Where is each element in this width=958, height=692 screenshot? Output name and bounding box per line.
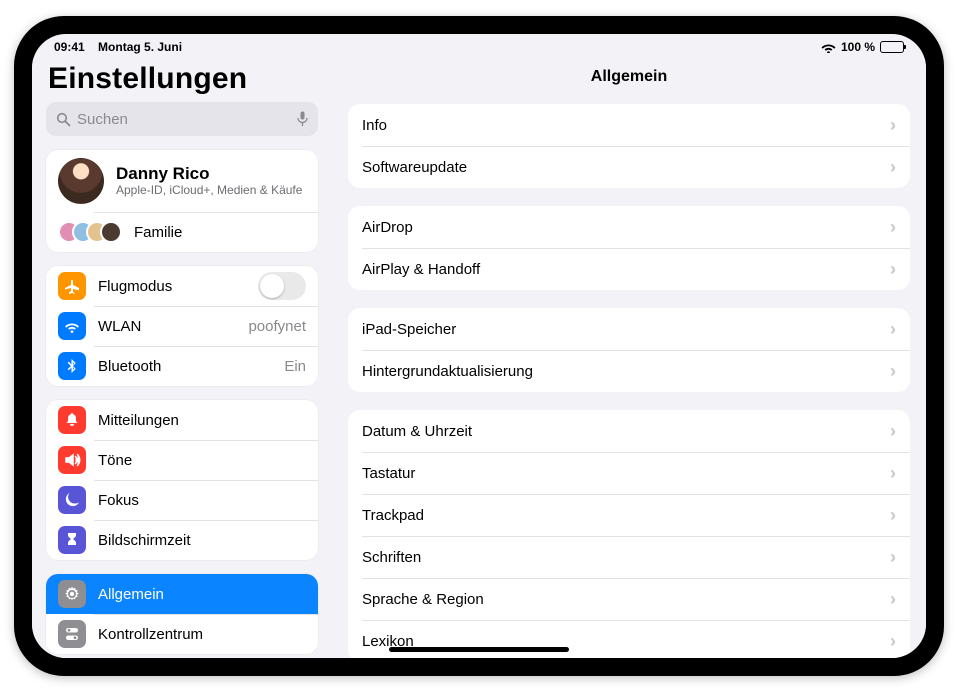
wlan-label: WLAN bbox=[98, 318, 228, 335]
about-row[interactable]: Info › bbox=[348, 104, 910, 146]
storage-group: iPad-Speicher › Hintergrundaktualisierun… bbox=[348, 308, 910, 392]
home-indicator[interactable] bbox=[389, 647, 569, 652]
chevron-right-icon: › bbox=[890, 422, 896, 440]
wlan-row[interactable]: WLAN poofynet bbox=[46, 306, 318, 346]
airplane-mode-row[interactable]: Flugmodus bbox=[46, 266, 318, 306]
status-time: 09:41 bbox=[54, 40, 85, 54]
input-group: Datum & Uhrzeit › Tastatur › Trackpad › … bbox=[348, 410, 910, 658]
controlcenter-row[interactable]: Kontrollzentrum bbox=[46, 614, 318, 654]
search-icon bbox=[56, 112, 71, 127]
general-group: Allgemein Kontrollzentrum bbox=[46, 574, 318, 654]
chevron-right-icon: › bbox=[890, 260, 896, 278]
bluetooth-row[interactable]: Bluetooth Ein bbox=[46, 346, 318, 386]
moon-icon bbox=[58, 486, 86, 514]
family-row[interactable]: Familie bbox=[46, 212, 318, 252]
airdrop-label: AirDrop bbox=[362, 219, 882, 236]
account-card: Danny Rico Apple-ID, iCloud+, Medien & K… bbox=[46, 150, 318, 252]
screentime-label: Bildschirmzeit bbox=[98, 532, 306, 549]
search-input[interactable] bbox=[77, 111, 291, 128]
chevron-right-icon: › bbox=[890, 506, 896, 524]
wifi-icon bbox=[821, 42, 836, 53]
ipad-storage-row[interactable]: iPad-Speicher › bbox=[348, 308, 910, 350]
language-region-row[interactable]: Sprache & Region › bbox=[348, 578, 910, 620]
account-name: Danny Rico bbox=[116, 164, 302, 184]
apple-id-row[interactable]: Danny Rico Apple-ID, iCloud+, Medien & K… bbox=[46, 150, 318, 212]
keyboard-row[interactable]: Tastatur › bbox=[348, 452, 910, 494]
general-label: Allgemein bbox=[98, 586, 306, 603]
notifications-label: Mitteilungen bbox=[98, 412, 306, 429]
wifi-settings-icon bbox=[58, 312, 86, 340]
general-pane: Allgemein Info › Softwareupdate › AirDro… bbox=[332, 58, 926, 658]
focus-row[interactable]: Fokus bbox=[46, 480, 318, 520]
airplay-row[interactable]: AirPlay & Handoff › bbox=[348, 248, 910, 290]
keyboard-label: Tastatur bbox=[362, 465, 882, 482]
chevron-right-icon: › bbox=[890, 158, 896, 176]
language-label: Sprache & Region bbox=[362, 591, 882, 608]
storage-label: iPad-Speicher bbox=[362, 321, 882, 338]
family-icon bbox=[58, 221, 122, 243]
fonts-row[interactable]: Schriften › bbox=[348, 536, 910, 578]
search-field[interactable] bbox=[46, 102, 318, 136]
battery-icon bbox=[880, 41, 904, 53]
status-bar: 09:41 Montag 5. Juni 100 % bbox=[32, 34, 926, 58]
gear-icon bbox=[58, 580, 86, 608]
chevron-right-icon: › bbox=[890, 116, 896, 134]
software-update-row[interactable]: Softwareupdate › bbox=[348, 146, 910, 188]
settings-title: Einstellungen bbox=[48, 62, 316, 96]
bell-icon bbox=[58, 406, 86, 434]
screentime-row[interactable]: Bildschirmzeit bbox=[46, 520, 318, 560]
sounds-label: Töne bbox=[98, 452, 306, 469]
airplane-toggle[interactable] bbox=[258, 272, 306, 300]
bluetooth-icon bbox=[58, 352, 86, 380]
chevron-right-icon: › bbox=[890, 632, 896, 650]
pane-title: Allgemein bbox=[348, 58, 910, 104]
airdrop-group: AirDrop › AirPlay & Handoff › bbox=[348, 206, 910, 290]
chevron-right-icon: › bbox=[890, 320, 896, 338]
battery-percent: 100 % bbox=[841, 40, 875, 54]
airdrop-row[interactable]: AirDrop › bbox=[348, 206, 910, 248]
chevron-right-icon: › bbox=[890, 590, 896, 608]
settings-sidebar: Einstellungen Danny Rico bbox=[32, 58, 332, 658]
bluetooth-value: Ein bbox=[276, 358, 306, 375]
focus-label: Fokus bbox=[98, 492, 306, 509]
family-label: Familie bbox=[134, 224, 306, 241]
switches-icon bbox=[58, 620, 86, 648]
airplay-label: AirPlay & Handoff bbox=[362, 261, 882, 278]
bluetooth-label: Bluetooth bbox=[98, 358, 264, 375]
trackpad-label: Trackpad bbox=[362, 507, 882, 524]
general-row[interactable]: Allgemein bbox=[46, 574, 318, 614]
sounds-row[interactable]: Töne bbox=[46, 440, 318, 480]
account-sub: Apple-ID, iCloud+, Medien & Käufe bbox=[116, 184, 302, 198]
background-refresh-row[interactable]: Hintergrundaktualisierung › bbox=[348, 350, 910, 392]
status-left: 09:41 Montag 5. Juni bbox=[54, 40, 182, 54]
speaker-icon bbox=[58, 446, 86, 474]
datetime-label: Datum & Uhrzeit bbox=[362, 423, 882, 440]
device-frame: 09:41 Montag 5. Juni 100 % Einstellungen bbox=[14, 16, 944, 676]
chevron-right-icon: › bbox=[890, 548, 896, 566]
status-right: 100 % bbox=[821, 40, 904, 54]
chevron-right-icon: › bbox=[890, 464, 896, 482]
dictation-icon[interactable] bbox=[297, 111, 308, 127]
airplane-icon bbox=[58, 272, 86, 300]
chevron-right-icon: › bbox=[890, 362, 896, 380]
status-date: Montag 5. Juni bbox=[98, 40, 182, 54]
refresh-label: Hintergrundaktualisierung bbox=[362, 363, 882, 380]
software-label: Softwareupdate bbox=[362, 159, 882, 176]
screen: 09:41 Montag 5. Juni 100 % Einstellungen bbox=[32, 34, 926, 658]
notifications-group: Mitteilungen Töne Fokus bbox=[46, 400, 318, 560]
controlcenter-label: Kontrollzentrum bbox=[98, 626, 306, 643]
dictionary-row[interactable]: Lexikon › bbox=[348, 620, 910, 658]
airplane-label: Flugmodus bbox=[98, 278, 246, 295]
connectivity-group: Flugmodus WLAN poofynet B bbox=[46, 266, 318, 386]
avatar bbox=[58, 158, 104, 204]
chevron-right-icon: › bbox=[890, 218, 896, 236]
about-group: Info › Softwareupdate › bbox=[348, 104, 910, 188]
trackpad-row[interactable]: Trackpad › bbox=[348, 494, 910, 536]
fonts-label: Schriften bbox=[362, 549, 882, 566]
notifications-row[interactable]: Mitteilungen bbox=[46, 400, 318, 440]
hourglass-icon bbox=[58, 526, 86, 554]
wlan-value: poofynet bbox=[240, 318, 306, 335]
about-label: Info bbox=[362, 117, 882, 134]
datetime-row[interactable]: Datum & Uhrzeit › bbox=[348, 410, 910, 452]
